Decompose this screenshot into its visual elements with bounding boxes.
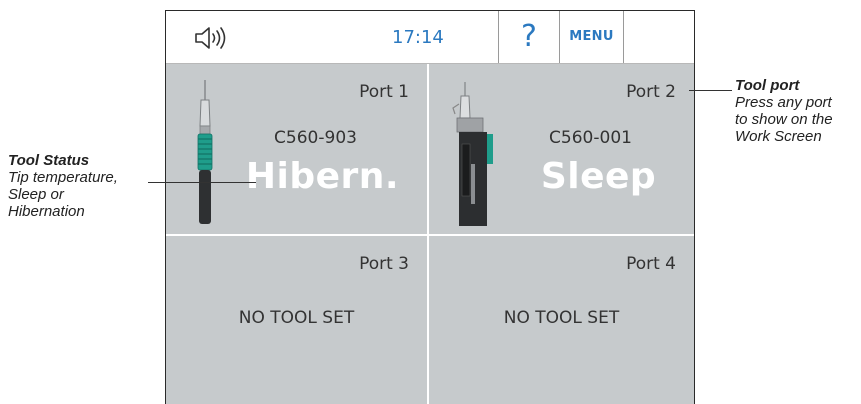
tool-model: C560-001 bbox=[549, 128, 632, 148]
help-button[interactable]: ? bbox=[498, 11, 560, 63]
menu-button[interactable]: MENU bbox=[560, 11, 624, 63]
tool-status-leader-line bbox=[148, 182, 256, 183]
port-4-tile[interactable]: Port 4 NO TOOL SET bbox=[429, 236, 694, 404]
page: { "colors": { "accent": "#2b79c0", "tile… bbox=[0, 0, 861, 404]
topbar-empty-segment bbox=[624, 11, 694, 63]
port-3-tile[interactable]: Port 3 NO TOOL SET bbox=[166, 236, 427, 404]
tool-status-callout: Tool Status Tip temperature, Sleep or Hi… bbox=[8, 152, 158, 220]
callout-line: to show on the bbox=[735, 111, 833, 128]
port-grid: Port 1 C560-903 Hibern. Port 2 C560-001 … bbox=[166, 64, 694, 404]
help-question-icon: ? bbox=[521, 19, 537, 54]
tool-status: Sleep bbox=[540, 156, 657, 197]
sound-clock-segment: 17:14 bbox=[166, 11, 498, 63]
tool-port-leader-line bbox=[689, 90, 732, 91]
menu-label: MENU bbox=[569, 29, 614, 44]
clock: 17:14 bbox=[392, 27, 444, 48]
tool-port-callout: Tool port Press any port to show on the … bbox=[735, 77, 861, 145]
callout-line: Hibernation bbox=[8, 203, 85, 220]
callout-line: Work Screen bbox=[735, 128, 822, 145]
speaker-icon[interactable] bbox=[194, 26, 228, 50]
tool-model: C560-903 bbox=[274, 128, 357, 148]
no-tool-label: NO TOOL SET bbox=[238, 308, 355, 328]
callout-line: Sleep or bbox=[8, 186, 64, 203]
callout-line: Press any port bbox=[735, 94, 832, 111]
top-bar: 17:14 ? MENU bbox=[166, 11, 694, 64]
callout-title: Tool port bbox=[735, 77, 800, 94]
station-touch-screen: 17:14 ? MENU Port 1 C560-903 Hibern. Por… bbox=[165, 10, 695, 404]
soldering-handpiece-icon bbox=[197, 80, 213, 224]
callout-line: Tip temperature, bbox=[8, 169, 118, 186]
port-name: Port 3 bbox=[359, 254, 409, 274]
port-name: Port 1 bbox=[359, 82, 409, 102]
port-name: Port 2 bbox=[626, 82, 676, 102]
callout-title: Tool Status bbox=[8, 152, 90, 169]
port-2-tile[interactable]: Port 2 C560-001 Sleep bbox=[429, 64, 694, 234]
no-tool-label: NO TOOL SET bbox=[503, 308, 620, 328]
tool-in-stand-icon bbox=[452, 82, 493, 226]
port-1-tile[interactable]: Port 1 C560-903 Hibern. bbox=[166, 64, 427, 234]
port-name: Port 4 bbox=[626, 254, 676, 274]
tool-status: Hibern. bbox=[245, 156, 400, 197]
